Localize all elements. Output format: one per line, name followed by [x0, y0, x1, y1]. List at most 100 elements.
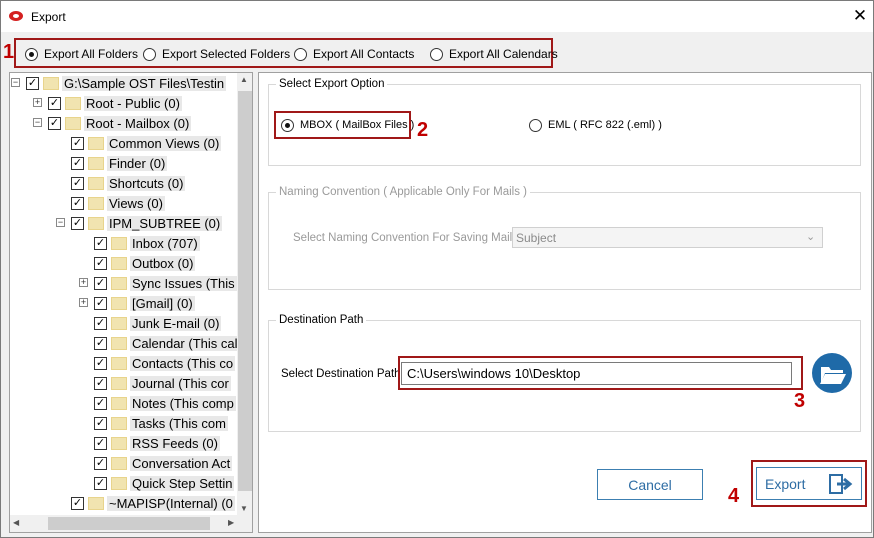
export-selected-folders-radio[interactable]: Export Selected Folders: [143, 46, 290, 62]
checkbox-icon[interactable]: ✓: [48, 96, 61, 110]
checkbox-icon[interactable]: ✓: [94, 296, 107, 310]
checkbox-icon[interactable]: ✓: [26, 76, 39, 90]
expand-icon[interactable]: +: [79, 298, 88, 307]
tree-horizontal-scroll-thumb[interactable]: [48, 517, 210, 530]
browse-folder-icon[interactable]: [811, 352, 853, 394]
tree-node[interactable]: ✓ Outbox (0): [94, 254, 196, 272]
tree-node[interactable]: ✓ IPM_SUBTREE (0): [71, 214, 223, 232]
checkbox-icon[interactable]: ✓: [71, 156, 84, 170]
tree-node-label: Finder (0): [107, 155, 168, 171]
checkbox-icon[interactable]: ✓: [94, 416, 107, 430]
tree-node[interactable]: ✓ Tasks (This com: [94, 414, 228, 432]
folder-icon: [111, 396, 127, 410]
checkbox-icon[interactable]: ✓: [48, 116, 61, 130]
checkbox-icon[interactable]: ✓: [94, 276, 107, 290]
tree-node[interactable]: ✓ Root - Public (0): [48, 94, 182, 112]
tree-node[interactable]: ✓ Shortcuts (0): [71, 174, 186, 192]
folder-icon: [111, 416, 127, 430]
checkbox-icon[interactable]: ✓: [94, 316, 107, 330]
folder-icon: [111, 296, 127, 310]
naming-convention-select[interactable]: Subject ⌄: [512, 227, 823, 248]
mbox-radio[interactable]: MBOX ( MailBox Files ): [281, 117, 414, 133]
tree-node[interactable]: ✓ Conversation Act: [94, 454, 233, 472]
eml-radio[interactable]: EML ( RFC 822 (.eml) ): [529, 117, 662, 133]
tree-node[interactable]: ✓ Calendar (This cal: [94, 334, 240, 352]
select-export-option-label: Select Export Option: [276, 78, 388, 90]
tree-node[interactable]: ✓ Journal (This cor: [94, 374, 231, 392]
folder-icon: [88, 196, 104, 210]
tree-node[interactable]: ✓ Finder (0): [71, 154, 168, 172]
tree-node-label: Inbox (707): [130, 235, 200, 251]
scroll-left-icon[interactable]: ◀: [13, 518, 19, 527]
folder-icon: [65, 96, 81, 110]
folder-icon: [111, 476, 127, 490]
tree-node-label: ~MAPISP(Internal) (0: [107, 495, 235, 511]
tree-vertical-scroll-thumb[interactable]: [238, 91, 252, 491]
destination-field-label: Select Destination Path: [281, 368, 401, 380]
checkbox-icon[interactable]: ✓: [94, 476, 107, 490]
checkbox-icon[interactable]: ✓: [94, 336, 107, 350]
tree-node[interactable]: ✓ RSS Feeds (0): [94, 434, 220, 452]
tree-node[interactable]: ✓ Inbox (707): [94, 234, 200, 252]
checkbox-icon[interactable]: ✓: [94, 376, 107, 390]
tree-node-label: Tasks (This com: [130, 415, 228, 431]
title-bar: Export ✕: [1, 1, 873, 32]
tree-node[interactable]: ✓ Root - Mailbox (0): [48, 114, 192, 132]
export-all-folders-radio[interactable]: Export All Folders: [25, 46, 138, 62]
close-icon[interactable]: ✕: [850, 6, 870, 26]
tree-node[interactable]: ✓ ~MAPISP(Internal) (0: [71, 494, 235, 512]
checkbox-icon[interactable]: ✓: [71, 216, 84, 230]
collapse-icon[interactable]: −: [33, 118, 42, 127]
app-logo-icon: [9, 11, 23, 21]
export-all-calendars-radio[interactable]: Export All Calendars: [430, 46, 558, 62]
checkbox-icon[interactable]: ✓: [94, 436, 107, 450]
tree-node-label: Shortcuts (0): [107, 175, 186, 191]
options-panel: Select Export Option MBOX ( MailBox File…: [258, 72, 872, 533]
folder-tree[interactable]: − ✓ G:\Sample OST Files\Testin + ✓ Root - Pub…: [9, 72, 253, 533]
tree-node[interactable]: ✓ G:\Sample OST Files\Testin: [26, 74, 227, 92]
folder-icon: [88, 496, 104, 510]
tree-node-label: Quick Step Settin: [130, 475, 235, 491]
folder-icon: [111, 376, 127, 390]
tree-node-label: RSS Feeds (0): [130, 435, 220, 451]
tree-node[interactable]: ✓ Contacts (This co: [94, 354, 236, 372]
tree-node[interactable]: ✓ Views (0): [71, 194, 165, 212]
tree-node[interactable]: ✓ Junk E-mail (0): [94, 314, 222, 332]
cancel-button[interactable]: Cancel: [597, 469, 703, 500]
radio-icon: [529, 118, 542, 132]
destination-path-label: Destination Path: [276, 314, 367, 326]
step-4-marker: 4: [728, 485, 740, 507]
checkbox-icon[interactable]: ✓: [94, 356, 107, 370]
tree-node[interactable]: ✓ Sync Issues (This: [94, 274, 237, 292]
checkbox-icon[interactable]: ✓: [71, 196, 84, 210]
folder-icon: [111, 456, 127, 470]
destination-path-input[interactable]: C:\Users\windows 10\Desktop: [401, 362, 792, 385]
checkbox-icon[interactable]: ✓: [71, 496, 84, 510]
export-all-contacts-radio[interactable]: Export All Contacts: [294, 46, 414, 62]
tree-node[interactable]: ✓ Quick Step Settin: [94, 474, 235, 492]
collapse-icon[interactable]: −: [11, 78, 20, 87]
export-button[interactable]: Export: [756, 467, 862, 500]
tree-node-label: [Gmail] (0): [130, 295, 195, 311]
folder-icon: [88, 176, 104, 190]
tree-node-label: Notes (This comp: [130, 395, 236, 411]
radio-icon: [294, 47, 307, 61]
checkbox-icon[interactable]: ✓: [94, 396, 107, 410]
scroll-right-icon[interactable]: ▶: [228, 518, 234, 527]
scroll-down-icon[interactable]: ▼: [240, 504, 248, 513]
collapse-icon[interactable]: −: [56, 218, 65, 227]
radio-selected-icon: [25, 47, 38, 61]
checkbox-icon[interactable]: ✓: [94, 456, 107, 470]
tree-node[interactable]: ✓ [Gmail] (0): [94, 294, 195, 312]
expand-icon[interactable]: +: [33, 98, 42, 107]
checkbox-icon[interactable]: ✓: [71, 136, 84, 150]
tree-node-label: Conversation Act: [130, 455, 233, 471]
tree-node[interactable]: ✓ Common Views (0): [71, 134, 222, 152]
scroll-up-icon[interactable]: ▲: [240, 75, 248, 84]
tree-node[interactable]: ✓ Notes (This comp: [94, 394, 236, 412]
checkbox-icon[interactable]: ✓: [94, 256, 107, 270]
checkbox-icon[interactable]: ✓: [94, 236, 107, 250]
checkbox-icon[interactable]: ✓: [71, 176, 84, 190]
export-arrow-icon: [829, 474, 853, 494]
expand-icon[interactable]: +: [79, 278, 88, 287]
